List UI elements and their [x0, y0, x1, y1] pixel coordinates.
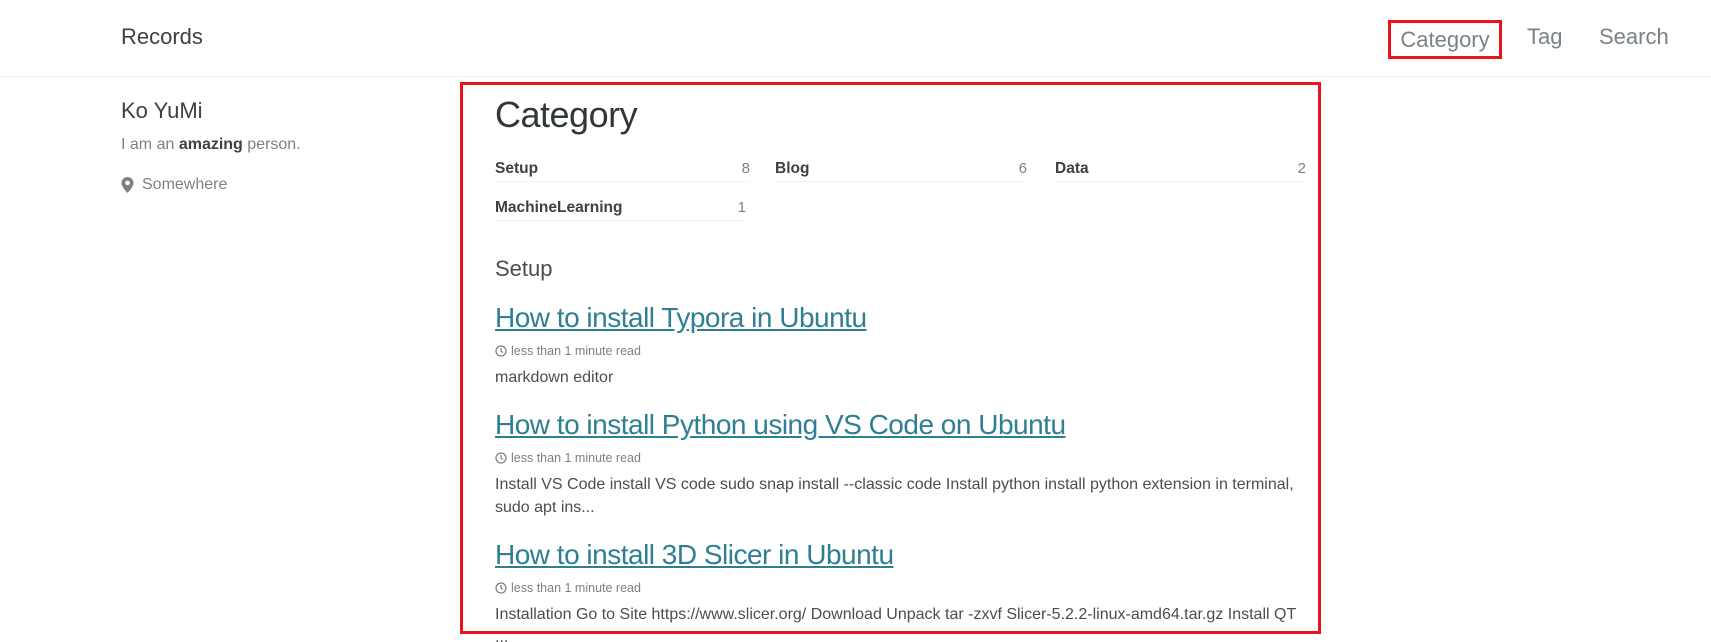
author-bio-suffix: person.: [242, 136, 301, 153]
section-heading: Setup: [495, 256, 553, 281]
masthead: Records Category Tag Search: [0, 0, 1711, 77]
taxonomy-count: 8: [741, 160, 750, 177]
taxonomy-count: 2: [1297, 160, 1306, 177]
author-bio-emphasis: amazing: [178, 136, 243, 153]
post-meta: less than 1 minute read: [495, 344, 1305, 358]
author-location-label: Somewhere: [142, 176, 228, 193]
author-bio: I am an amazing person.: [121, 136, 421, 154]
nav-search-link[interactable]: Search: [1599, 24, 1669, 50]
taxonomy-item-setup[interactable]: Setup 8: [495, 155, 750, 182]
clock-icon: [495, 582, 507, 594]
site-title-link[interactable]: Records: [121, 24, 203, 50]
author-bio-prefix: I am an: [121, 136, 179, 153]
author-sidebar: Ko YuMi I am an amazing person. Somewher…: [121, 98, 421, 194]
post-excerpt: Install VS Code install VS code sudo sna…: [495, 476, 1294, 516]
nav-tag-link[interactable]: Tag: [1527, 24, 1562, 50]
author-location: Somewhere: [121, 176, 421, 194]
taxonomy-item-blog[interactable]: Blog 6: [775, 155, 1027, 182]
post-title-link[interactable]: How to install 3D Slicer in Ubuntu: [495, 539, 1305, 571]
post-title-link[interactable]: How to install Typora in Ubuntu: [495, 302, 1305, 334]
taxonomy-label: Setup: [495, 160, 539, 177]
post-read-time: less than 1 minute read: [511, 581, 641, 595]
post-item: How to install Python using VS Code on U…: [495, 409, 1305, 519]
post-title-link[interactable]: How to install Python using VS Code on U…: [495, 409, 1305, 441]
taxonomy-item-machinelearning[interactable]: MachineLearning 1: [495, 194, 746, 221]
post-item: How to install Typora in Ubuntu less tha…: [495, 302, 1305, 389]
clock-icon: [495, 452, 507, 464]
taxonomy-count: 6: [1018, 160, 1027, 177]
nav-category-link[interactable]: Category: [1388, 20, 1502, 59]
map-marker-icon: [121, 177, 134, 193]
taxonomy-label: MachineLearning: [495, 199, 623, 216]
taxonomy-item-data[interactable]: Data 2: [1055, 155, 1306, 182]
post-excerpt: Installation Go to Site https://www.slic…: [495, 606, 1296, 642]
post-item: How to install 3D Slicer in Ubuntu less …: [495, 539, 1305, 642]
post-read-time: less than 1 minute read: [511, 344, 641, 358]
post-read-time: less than 1 minute read: [511, 451, 641, 465]
post-excerpt: markdown editor: [495, 369, 614, 386]
taxonomy-label: Data: [1055, 160, 1089, 177]
post-meta: less than 1 minute read: [495, 581, 1305, 595]
clock-icon: [495, 345, 507, 357]
page-title: Category: [495, 94, 638, 135]
post-meta: less than 1 minute read: [495, 451, 1305, 465]
taxonomy-label: Blog: [775, 160, 810, 177]
taxonomy-count: 1: [737, 199, 746, 216]
author-name: Ko YuMi: [121, 98, 203, 123]
